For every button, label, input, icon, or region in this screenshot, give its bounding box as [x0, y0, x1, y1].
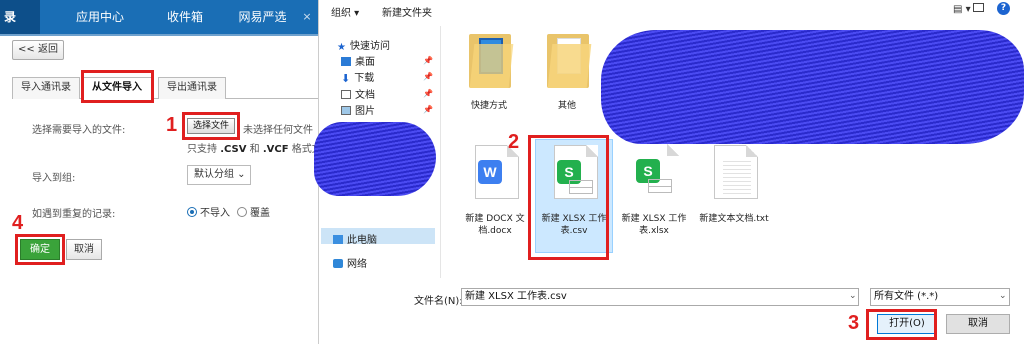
top-nav-bar: 录 应用中心 收件箱 网易严选 × — [0, 0, 318, 34]
pictures-icon — [341, 106, 351, 115]
supported-formats-hint: 只支持 .CSV 和 .VCF 格式文件 — [187, 140, 318, 155]
desktop-icon — [341, 57, 351, 66]
radio-overwrite-duplicates[interactable]: 覆盖 — [237, 204, 270, 219]
tab-export-contacts[interactable]: 导出通讯录 — [158, 77, 226, 99]
filename-label: 文件名(N): — [414, 296, 463, 307]
computer-icon — [333, 235, 343, 244]
duplicate-label: 如遇到重复的记录: — [32, 209, 116, 220]
filename-input[interactable]: 新建 XLSX 工作表.csv — [461, 288, 859, 306]
close-icon[interactable]: × — [300, 0, 314, 34]
download-arrow-icon: ⬇ — [341, 72, 351, 85]
network-icon — [333, 259, 343, 268]
chevron-down-icon[interactable]: ⌄ — [849, 291, 857, 301]
radio-skip-duplicates[interactable]: 不导入 — [187, 204, 230, 219]
nav-pictures-label: 图片 — [355, 106, 375, 117]
nav-desktop-label: 桌面 — [355, 57, 375, 68]
import-tab-bar: 导入通讯录 从文件导入 导出通讯录 — [12, 77, 318, 99]
file-item-other-folder[interactable]: 其他 — [527, 28, 607, 118]
file-label: 选择需要导入的文件: — [32, 125, 126, 136]
nav-documents-label: 文档 — [355, 90, 375, 101]
nav-downloads-label: 下载 — [354, 73, 375, 84]
nav-tab-inbox[interactable]: 收件箱 — [150, 0, 220, 34]
annotation-box-tab — [81, 70, 154, 103]
help-icon[interactable]: ? — [997, 2, 1010, 15]
wps-sheet-icon: S — [634, 144, 679, 199]
support-prefix: 只支持 — [187, 144, 217, 155]
no-file-status: 未选择任何文件 — [243, 125, 313, 136]
pin-icon: 📌 — [423, 89, 433, 98]
pin-icon: 📌 — [423, 105, 433, 114]
step-number-4: 4 — [12, 212, 24, 234]
pin-icon: 📌 — [423, 56, 433, 65]
preview-pane-icon[interactable] — [973, 3, 984, 12]
nav-tab-yanxuan[interactable]: 网易严选 — [225, 0, 300, 34]
view-options-icon[interactable]: ▤ ▾ — [953, 4, 971, 15]
text-lines — [723, 158, 751, 194]
annotation-box-confirm — [15, 234, 65, 265]
sheet-grid — [648, 179, 672, 193]
nav-divider — [0, 34, 318, 36]
file-name: 其他 — [557, 101, 576, 111]
nav-tab-app-center[interactable]: 应用中心 — [60, 0, 140, 34]
step-number-2: 2 — [508, 131, 520, 153]
group-label: 导入到组: — [32, 173, 76, 184]
file-name: 新建文本文档.txt — [699, 214, 769, 224]
dialog-cancel-button[interactable]: 取消 — [946, 314, 1010, 334]
filetype-select[interactable]: 所有文件 (*.*) — [870, 288, 1010, 306]
folder-front — [547, 44, 592, 88]
nav-quick-access-label: 快速访问 — [349, 41, 390, 52]
folder-icon — [469, 32, 514, 88]
file-name: 新建 DOCX 文 档.docx — [465, 214, 525, 236]
annotation-box-open — [866, 309, 937, 340]
radio-skip-label: 不导入 — [200, 208, 230, 219]
nav-documents[interactable]: 文档 — [341, 86, 375, 101]
tab-import-contacts[interactable]: 导入通讯录 — [12, 77, 80, 99]
document-icon — [341, 90, 351, 99]
support-vcf: .VCF — [262, 144, 289, 155]
new-folder-button[interactable]: 新建文件夹 — [382, 4, 432, 19]
nav-downloads[interactable]: ⬇ 下载 — [341, 69, 375, 85]
nav-this-pc-label: 此电脑 — [347, 235, 377, 246]
support-csv: .CSV — [220, 144, 247, 155]
annotation-box-csv-file — [528, 135, 609, 260]
file-item-txt[interactable]: 新建文本文档.txt — [694, 141, 774, 241]
mail-import-panel: 录 应用中心 收件箱 网易严选 × << 返回 导入通讯录 从文件导入 导出通讯… — [0, 0, 318, 344]
radio-selected-icon — [187, 207, 197, 217]
radio-overwrite-label: 覆盖 — [250, 208, 270, 219]
file-name: 快捷方式 — [470, 101, 507, 111]
star-icon: ★ — [337, 42, 346, 53]
step-number-3: 3 — [848, 312, 860, 334]
pin-icon: 📌 — [423, 72, 433, 81]
organize-menu[interactable]: 组织 ▾ — [331, 4, 359, 19]
file-name: 新建 XLSX 工作 表.xlsx — [621, 214, 687, 236]
nav-tab-current[interactable]: 录 — [0, 0, 40, 34]
text-file-icon — [714, 145, 758, 199]
nav-network[interactable]: 网络 — [333, 255, 367, 270]
back-button[interactable]: << 返回 — [12, 40, 64, 60]
file-item-docx[interactable]: W 新建 DOCX 文 档.docx — [455, 141, 535, 241]
folder-icon — [547, 32, 592, 88]
writer-badge: W — [478, 160, 502, 184]
file-item-shortcut-folder[interactable]: 快捷方式 — [449, 28, 529, 118]
redaction-scribble — [601, 30, 1024, 144]
group-select[interactable]: 默认分组 ⌄ — [187, 165, 251, 185]
nav-network-label: 网络 — [347, 259, 367, 270]
folder-front — [469, 44, 514, 88]
nav-quick-access[interactable]: ★ 快速访问 — [337, 37, 390, 53]
file-item-xlsx[interactable]: S 新建 XLSX 工作 表.xlsx — [614, 141, 694, 241]
file-open-dialog: 组织 ▾ 新建文件夹 ▤ ▾ ? ★ 快速访问 桌面 📌 ⬇ 下载 📌 文档 📌 图… — [314, 0, 1025, 344]
annotation-box-choose-file — [182, 112, 240, 140]
nav-this-pc[interactable]: 此电脑 — [333, 231, 377, 246]
radio-unselected-icon — [237, 207, 247, 217]
support-and: 和 — [249, 144, 260, 155]
cancel-button[interactable]: 取消 — [66, 239, 102, 260]
step-number-1: 1 — [166, 114, 178, 136]
nav-pictures[interactable]: 图片 — [341, 102, 375, 117]
nav-desktop[interactable]: 桌面 — [341, 53, 375, 68]
redaction-scribble — [314, 122, 436, 196]
dialog-toolbar: 组织 ▾ 新建文件夹 ▤ ▾ ? — [319, 0, 1025, 20]
chevron-down-icon[interactable]: ⌄ — [999, 291, 1007, 301]
